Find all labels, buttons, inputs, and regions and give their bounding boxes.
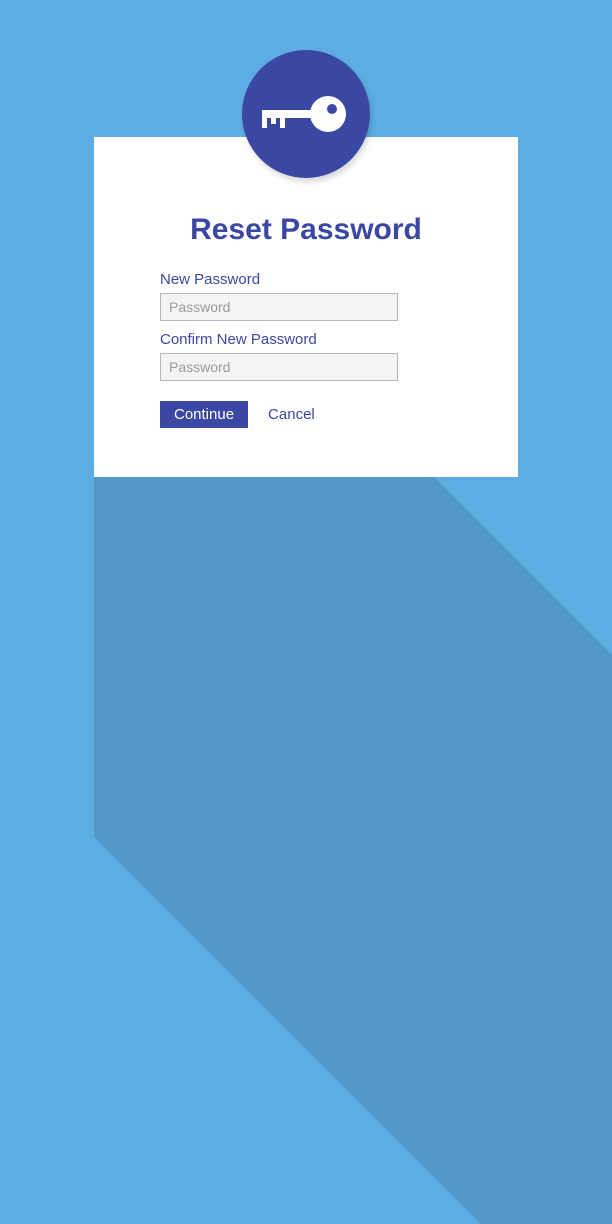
reset-password-card: Reset Password New Password Confirm New … <box>94 137 518 477</box>
continue-button[interactable]: Continue <box>160 401 248 428</box>
key-icon <box>256 84 356 144</box>
new-password-input[interactable] <box>160 293 398 321</box>
page-title: Reset Password <box>160 213 452 247</box>
reset-password-form: New Password Confirm New Password Contin… <box>160 269 452 428</box>
form-actions: Continue Cancel <box>160 401 452 428</box>
confirm-password-input[interactable] <box>160 353 398 381</box>
cancel-link[interactable]: Cancel <box>268 406 315 423</box>
new-password-label: New Password <box>160 271 452 288</box>
key-badge <box>242 50 370 178</box>
confirm-password-label: Confirm New Password <box>160 331 452 348</box>
